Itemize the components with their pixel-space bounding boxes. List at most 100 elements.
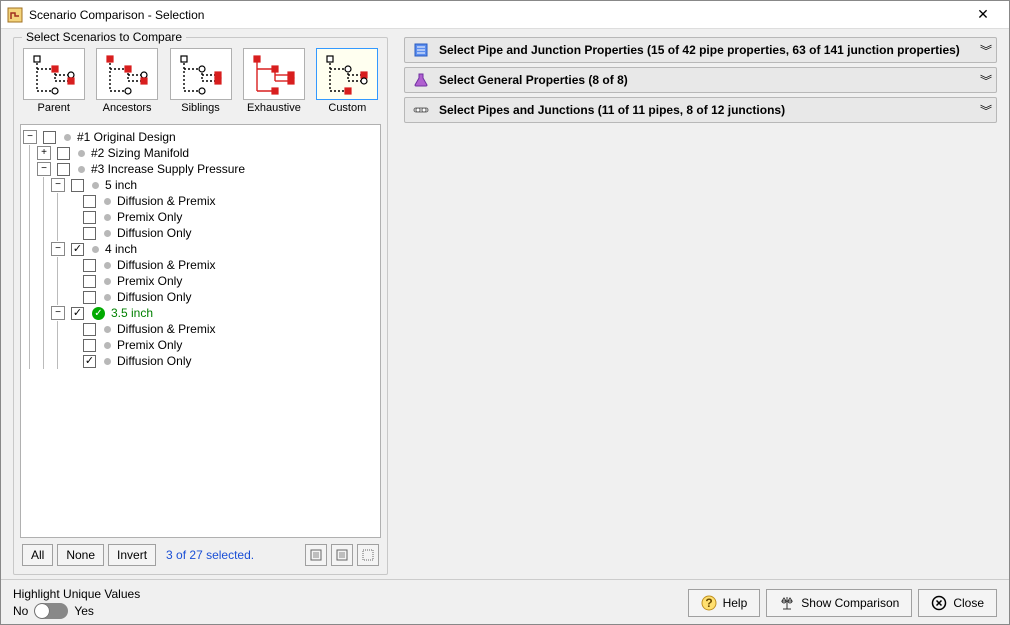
scenario-tree[interactable]: − #1 Original Design + #2 Sizing Manifold − #… <box>20 124 381 538</box>
tree-checkbox[interactable] <box>83 227 96 240</box>
tree-bullet-icon <box>104 230 111 237</box>
collapse-all-button[interactable] <box>331 544 353 566</box>
tree-row[interactable]: − 4 inch <box>23 241 378 257</box>
help-button[interactable]: ? Help <box>688 589 761 617</box>
app-icon <box>7 7 23 23</box>
tree-row[interactable]: Diffusion & Premix <box>23 257 378 273</box>
mode-label: Parent <box>37 102 69 114</box>
tree-bullet-icon <box>104 262 111 269</box>
select-none-button[interactable]: None <box>57 544 104 566</box>
tree-label: Diffusion Only <box>115 290 191 304</box>
tree-checkbox[interactable] <box>83 195 96 208</box>
tree-bullet-icon <box>104 198 111 205</box>
toggle-no-label: No <box>13 604 28 618</box>
tree-checkbox[interactable] <box>57 163 70 176</box>
tree-label: Diffusion Only <box>115 354 191 368</box>
tree-bullet-icon <box>104 294 111 301</box>
panel-pipes[interactable]: Select Pipes and Junctions (11 of 11 pip… <box>404 97 997 123</box>
mode-ancestors[interactable]: Ancestors <box>93 48 160 114</box>
tree-footer: All None Invert 3 of 27 selected. <box>20 538 381 568</box>
tree-row[interactable]: Diffusion & Premix <box>23 321 378 337</box>
tree-row[interactable]: Premix Only <box>23 209 378 225</box>
tree-label: #1 Original Design <box>75 130 176 144</box>
tree-bullet-icon <box>78 150 85 157</box>
window-close-button[interactable]: ✕ <box>963 1 1003 29</box>
scenario-select-group: Select Scenarios to Compare ParentAncest… <box>13 37 388 575</box>
show-comparison-button[interactable]: Show Comparison <box>766 589 912 617</box>
expand-all-button[interactable] <box>305 544 327 566</box>
tree-checkbox[interactable] <box>83 339 96 352</box>
tree-row[interactable]: Diffusion Only <box>23 225 378 241</box>
tree-checkbox[interactable] <box>83 211 96 224</box>
pipes-icon <box>413 102 429 118</box>
mode-ancestors-icon <box>96 48 158 100</box>
tree-label: Premix Only <box>115 338 182 352</box>
tree-label: Premix Only <box>115 274 182 288</box>
tree-expander[interactable]: − <box>51 178 65 192</box>
toggle-yes-label: Yes <box>74 604 94 618</box>
tree-row[interactable]: − 5 inch <box>23 177 378 193</box>
tree-checkbox[interactable] <box>83 259 96 272</box>
mode-custom[interactable]: Custom <box>314 48 381 114</box>
mode-siblings[interactable]: Siblings <box>167 48 234 114</box>
highlight-toggle-label: Highlight Unique Values <box>13 587 140 601</box>
tree-row[interactable]: − #1 Original Design <box>23 129 378 145</box>
tree-row[interactable]: + #2 Sizing Manifold <box>23 145 378 161</box>
mode-label: Exhaustive <box>247 102 301 114</box>
select-all-button[interactable]: All <box>22 544 53 566</box>
tree-row[interactable]: Premix Only <box>23 273 378 289</box>
tree-row[interactable]: − #3 Increase Supply Pressure <box>23 161 378 177</box>
chevron-down-icon: ︾ <box>980 102 988 119</box>
mode-label: Siblings <box>181 102 220 114</box>
tree-checkbox[interactable] <box>83 323 96 336</box>
svg-text:?: ? <box>705 596 712 610</box>
tree-checkbox[interactable] <box>43 131 56 144</box>
tree-checkbox[interactable] <box>71 179 84 192</box>
tree-label: 5 inch <box>103 178 137 192</box>
tree-checkbox[interactable] <box>83 355 96 368</box>
tree-expander[interactable]: − <box>23 130 37 144</box>
title-bar: Scenario Comparison - Selection ✕ <box>1 1 1009 29</box>
tree-options-button[interactable] <box>357 544 379 566</box>
select-invert-button[interactable]: Invert <box>108 544 156 566</box>
tree-expander[interactable]: − <box>51 242 65 256</box>
tree-row[interactable]: Diffusion Only <box>23 289 378 305</box>
close-button[interactable]: Close <box>918 589 997 617</box>
panel-props[interactable]: Select Pipe and Junction Properties (15 … <box>404 37 997 63</box>
mode-toolbar: Parent Ancestors Siblings Exhaustive Custom <box>20 48 381 114</box>
tree-checkbox[interactable] <box>71 307 84 320</box>
tree-checkbox[interactable] <box>83 275 96 288</box>
tree-row[interactable]: − ✓ 3.5 inch <box>23 305 378 321</box>
tree-row[interactable]: Diffusion Only <box>23 353 378 369</box>
tree-bullet-icon <box>104 214 111 221</box>
tree-bullet-icon <box>104 358 111 365</box>
tree-label: Diffusion Only <box>115 226 191 240</box>
groupbox-legend: Select Scenarios to Compare <box>22 30 186 44</box>
current-scenario-icon: ✓ <box>92 307 105 320</box>
tree-expander[interactable]: − <box>37 162 51 176</box>
tree-checkbox[interactable] <box>57 147 70 160</box>
properties-panels: Select Pipe and Junction Properties (15 … <box>396 29 1009 579</box>
tree-expander[interactable]: − <box>51 306 65 320</box>
panel-label: Select General Properties (8 of 8) <box>439 73 980 87</box>
mode-label: Custom <box>328 102 366 114</box>
selection-status: 3 of 27 selected. <box>166 548 254 562</box>
window-title: Scenario Comparison - Selection <box>29 8 963 22</box>
tree-label: Premix Only <box>115 210 182 224</box>
highlight-toggle[interactable] <box>34 603 68 619</box>
chevron-down-icon: ︾ <box>980 42 988 59</box>
tree-checkbox[interactable] <box>71 243 84 256</box>
tree-label: 3.5 inch <box>109 306 153 320</box>
tree-expander[interactable]: + <box>37 146 51 160</box>
tree-label: #3 Increase Supply Pressure <box>89 162 245 176</box>
mode-parent[interactable]: Parent <box>20 48 87 114</box>
tree-bullet-icon <box>64 134 71 141</box>
panel-flask[interactable]: Select General Properties (8 of 8)︾ <box>404 67 997 93</box>
tree-label: 4 inch <box>103 242 137 256</box>
mode-exhaustive[interactable]: Exhaustive <box>240 48 307 114</box>
tree-row[interactable]: Diffusion & Premix <box>23 193 378 209</box>
panel-label: Select Pipe and Junction Properties (15 … <box>439 43 980 57</box>
tree-label: #2 Sizing Manifold <box>89 146 189 160</box>
tree-checkbox[interactable] <box>83 291 96 304</box>
tree-row[interactable]: Premix Only <box>23 337 378 353</box>
